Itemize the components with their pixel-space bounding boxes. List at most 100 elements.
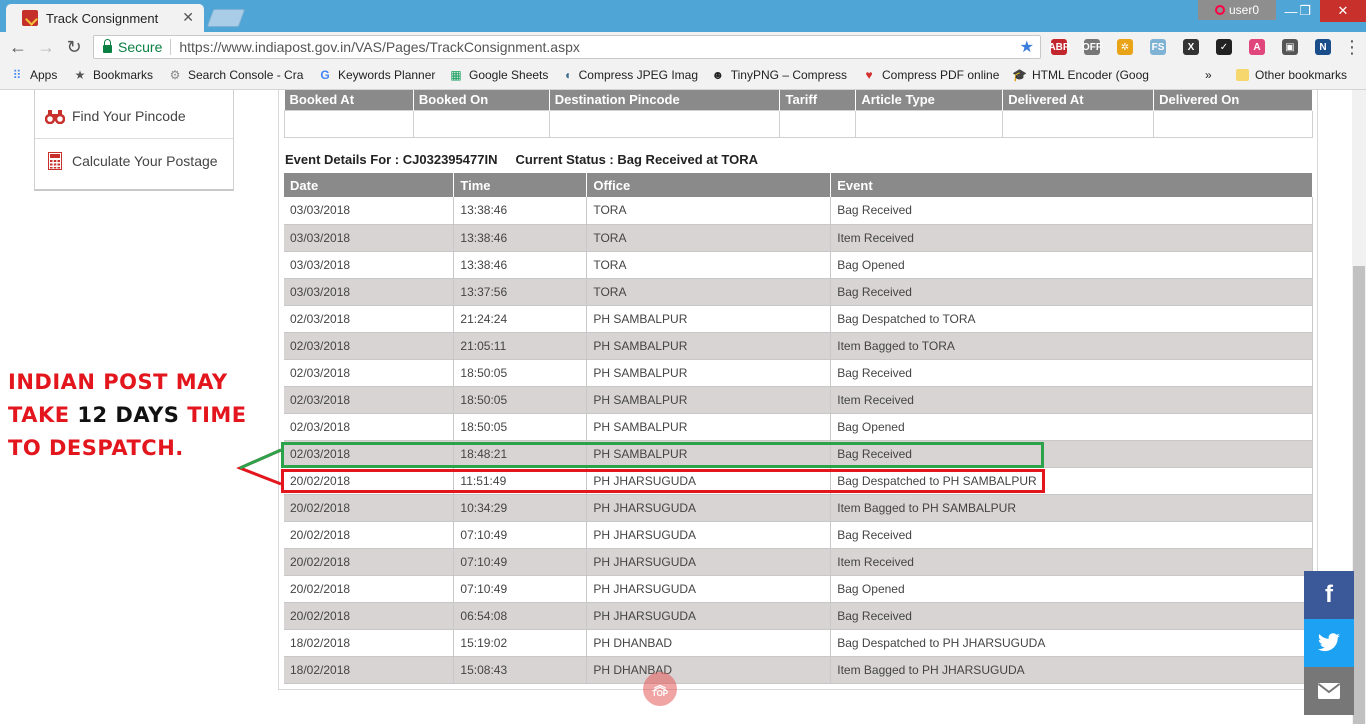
cell-event: Item Received [830,224,1313,252]
column-header-date: Date [284,173,455,197]
browser-toolbar: ← → ↻ Secure https://www.indiapost.gov.i… [0,32,1366,62]
back-to-top-button[interactable]: ︽ TOP [643,672,677,706]
extension-icon[interactable]: A [1249,39,1265,55]
address-bar[interactable]: Secure https://www.indiapost.gov.in/VAS/… [93,35,1041,59]
extension-icon[interactable]: FS [1150,39,1166,55]
cell-event: Item Received [830,386,1313,414]
table-cell [412,109,550,138]
email-share-button[interactable] [1304,667,1354,715]
tab-title: Track Consignment [46,10,159,26]
table-row: 18/02/2018 15:19:02 PH DHANBAD Bag Despatch… [284,629,1313,657]
booking-details-table: Booked At Booked On Destination Pincode … [284,90,1313,138]
bookmark-html-encoder[interactable]: 🎓 HTML Encoder (Goog [1012,68,1150,82]
column-header: Booked On [413,90,550,110]
browser-titlebar: Track Consignment ✕ user0 — ❐ ✕ [0,0,1366,32]
close-window-button[interactable]: ✕ [1320,0,1366,22]
calculator-icon [45,151,65,171]
column-header: Delivered At [1002,90,1155,110]
folder-icon [1236,69,1249,81]
column-header-event: Event [830,173,1313,197]
twitter-icon [1318,633,1340,652]
cell-time: 18:50:05 [453,359,588,387]
sidebar-item-calculate-postage[interactable]: Calculate Your Postage [35,139,233,183]
cell-office: PH JHARSUGUDA [586,521,832,549]
bookmark-tinypng[interactable]: ☻ TinyPNG – Compress [711,68,847,82]
bookmark-label: Search Console - Cra [188,68,304,82]
cell-date: 02/03/2018 [284,386,455,414]
column-header: Destination Pincode [549,90,781,110]
annotation-text: INDIAN POST MAY TAKE 12 DAYS TIME TO DES… [8,366,247,465]
cell-date: 02/03/2018 [284,359,455,387]
table-row: 02/03/2018 18:50:05 PH SAMBALPUR Item Recei… [284,386,1313,414]
cell-event: Bag Received [830,278,1313,306]
india-post-favicon-icon [22,10,38,26]
column-header: Booked At [284,90,414,110]
bookmark-label: Bookmarks [93,68,154,82]
forward-button[interactable]: → [36,37,56,57]
table-row: 20/02/2018 07:10:49 PH JHARSUGUDA Item Rece… [284,548,1313,576]
bookmarks-overflow-button[interactable]: » [1205,68,1219,82]
cell-event: Bag Opened [830,575,1313,603]
table-cell [548,109,781,138]
bookmark-star-icon[interactable]: ★ [1020,37,1034,57]
table-row: 02/03/2018 18:50:05 PH SAMBALPUR Bag Opened [284,413,1313,441]
table-cell [284,109,414,138]
bookmark-bookmarks[interactable]: ★ Bookmarks [73,68,163,82]
bookmark-apps[interactable]: ⠿ Apps [10,68,68,82]
bookmark-keywords-planner[interactable]: G Keywords Planner [318,68,442,82]
annotation-arrow-icon [236,448,282,486]
reload-button[interactable]: ↻ [64,37,84,57]
extension-icon[interactable]: ✲ [1117,39,1133,55]
sidebar-links-box: Find Your Pincode Calculate Your Postage [34,90,234,191]
other-bookmarks[interactable]: Other bookmarks [1236,68,1356,82]
extension-icon[interactable]: ▣ [1282,39,1298,55]
bookmark-google-sheets[interactable]: ▦ Google Sheets [449,68,555,82]
cell-event: Bag Opened [830,413,1313,441]
bookmark-label: Compress JPEG Imag [578,68,698,82]
cell-event: Bag Received [830,602,1313,630]
column-header: Delivered On [1153,90,1313,110]
url-text[interactable]: https://www.indiapost.gov.in/VAS/Pages/T… [179,39,1019,55]
cell-date: 03/03/2018 [284,251,455,279]
tab-close-icon[interactable]: ✕ [182,9,194,26]
apps-icon: ⠿ [12,68,22,82]
extension-icon[interactable]: X [1183,39,1199,55]
compress-jpeg-icon: ◖ [563,68,571,82]
cell-office: PH JHARSUGUDA [586,575,832,603]
back-button[interactable]: ← [8,37,28,57]
column-header: Article Type [855,90,1004,110]
menu-icon[interactable]: ⋮ [1342,37,1362,57]
table-row: 20/02/2018 07:10:49 PH JHARSUGUDA Bag Opene… [284,575,1313,603]
maximize-button[interactable]: ❐ [1290,0,1320,22]
cell-date: 03/03/2018 [284,197,455,225]
cell-time: 06:54:08 [453,602,588,630]
cell-date: 20/02/2018 [284,521,455,549]
scrollbar-thumb[interactable] [1353,266,1365,724]
cell-time: 10:34:29 [453,494,588,522]
cell-event: Bag Received [830,521,1313,549]
table-row: 03/03/2018 13:37:56 TORA Bag Received [284,278,1313,306]
twitter-share-button[interactable] [1304,619,1354,667]
profile-button[interactable]: user0 [1198,0,1276,20]
tab-track-consignment[interactable]: Track Consignment ✕ [6,4,204,32]
bookmark-compress-pdf[interactable]: ♥ Compress PDF online [862,68,1000,82]
extension-icon[interactable]: N [1315,39,1331,55]
cell-date: 03/03/2018 [284,278,455,306]
bookmarks-bar: ⠿ Apps ★ Bookmarks ⚙ Search Console - Cr… [0,62,1366,90]
table-row: 03/03/2018 13:38:46 TORA Item Received [284,224,1313,252]
table-cell [779,109,857,138]
extension-icon[interactable]: ABP [1048,39,1070,55]
address-separator [170,39,172,55]
extension-icon[interactable]: OFF [1082,39,1102,55]
new-tab-button[interactable] [206,9,246,27]
sidebar-item-find-pincode[interactable]: Find Your Pincode [35,94,233,138]
event-details-label: Event Details For : [285,152,400,167]
cell-office: PH SAMBALPUR [586,305,832,333]
facebook-share-button[interactable]: f [1304,571,1354,619]
extension-icon[interactable]: ✓ [1216,39,1232,55]
bookmark-label: Apps [30,68,58,82]
bookmark-compress-jpeg[interactable]: ◖ Compress JPEG Imag [562,68,698,82]
bookmark-search-console[interactable]: ⚙ Search Console - Cra [168,68,304,82]
profile-name: user0 [1228,3,1260,17]
cell-event: Bag Despatched to PH JHARSUGUDA [830,629,1313,657]
